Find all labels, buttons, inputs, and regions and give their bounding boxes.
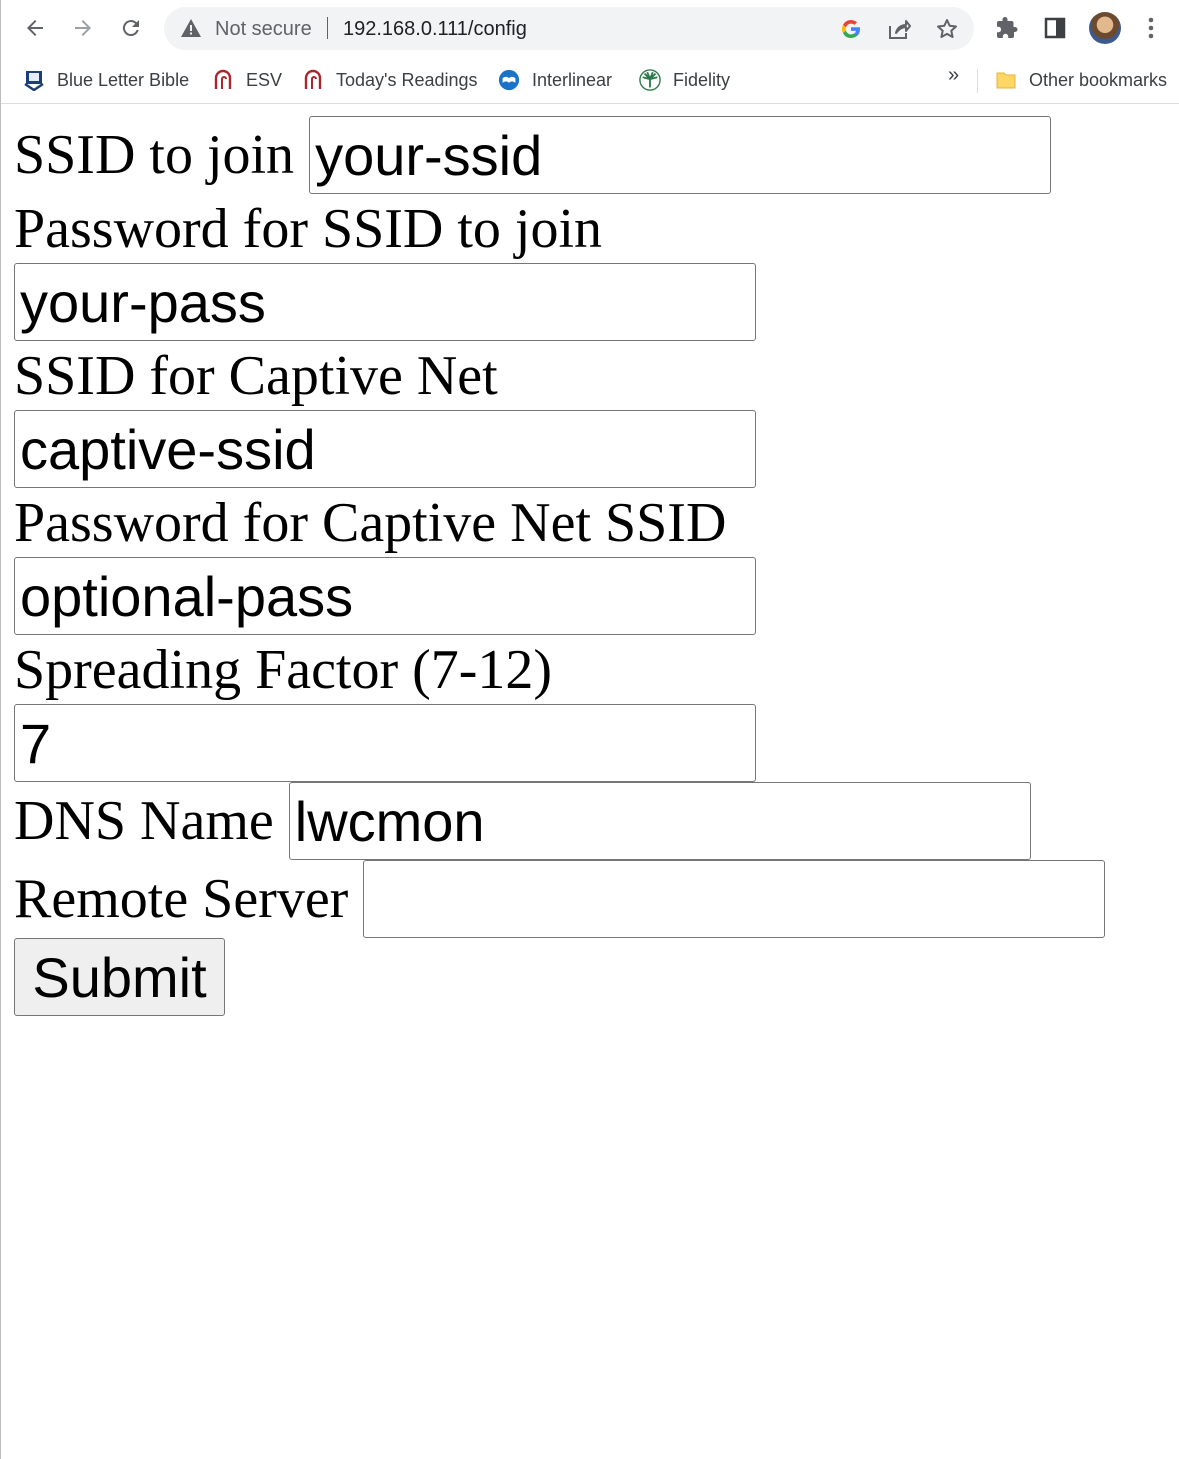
address-separator (327, 17, 328, 39)
captive-ssid-label: SSID for Captive Net (14, 344, 498, 407)
forward-icon[interactable] (68, 13, 98, 43)
bookmarks-bar: Blue Letter Bible ESV Today's Readings I… (1, 58, 1179, 104)
bookmark-label: Fidelity (673, 69, 731, 90)
fidelity-icon (639, 69, 661, 91)
bookmark-esv[interactable]: ESV (212, 66, 282, 94)
interlinear-icon (498, 69, 520, 91)
bookmark-interlinear[interactable]: Interlinear (498, 66, 612, 94)
esv-icon (212, 69, 234, 91)
back-icon[interactable] (20, 13, 50, 43)
address-bar[interactable]: Not secure 192.168.0.111/config (164, 7, 974, 50)
spreading-factor-label: Spreading Factor (7-12) (14, 638, 553, 701)
blue-letter-bible-icon (23, 69, 45, 91)
bookmark-todays-readings[interactable]: Today's Readings (302, 66, 478, 94)
captive-password-label: Password for Captive Net SSID (14, 491, 727, 554)
star-icon[interactable] (934, 16, 960, 42)
spreading-factor-input[interactable] (14, 704, 756, 782)
submit-button[interactable]: Submit (14, 938, 225, 1016)
security-label[interactable]: Not secure (215, 18, 312, 41)
bookmark-label: Other bookmarks (1029, 69, 1168, 90)
bookmark-label: ESV (246, 69, 283, 90)
dns-name-label: DNS Name (14, 790, 274, 852)
esv-icon (302, 69, 324, 91)
side-panel-icon[interactable] (1041, 14, 1069, 42)
menu-icon[interactable] (1137, 14, 1165, 42)
ssid-label: SSID to join (14, 124, 295, 186)
google-icon[interactable] (838, 16, 864, 42)
bookmark-other[interactable]: Other bookmarks (995, 66, 1167, 94)
config-form: SSID to join Password for SSID to join S… (14, 116, 1164, 1016)
share-icon[interactable] (886, 16, 912, 42)
captive-ssid-input[interactable] (14, 410, 756, 488)
dns-name-input[interactable] (288, 782, 1031, 860)
bookmark-fidelity[interactable]: Fidelity (639, 66, 730, 94)
bookmark-label: Today's Readings (336, 69, 478, 90)
extensions-icon[interactable] (993, 14, 1021, 42)
ssid-input[interactable] (309, 116, 1052, 194)
remote-server-input[interactable] (363, 860, 1106, 938)
bookmark-label: Blue Letter Bible (57, 69, 190, 90)
captive-password-input[interactable] (14, 557, 756, 635)
bookmark-blue-letter-bible[interactable]: Blue Letter Bible (23, 66, 189, 94)
bookmarks-divider (977, 69, 978, 93)
browser-toolbar: Not secure 192.168.0.111/config (1, 0, 1179, 58)
password-label: Password for SSID to join (14, 197, 603, 260)
bookmarks-overflow-button[interactable]: » (948, 64, 959, 87)
password-input[interactable] (14, 263, 756, 341)
folder-icon (995, 69, 1017, 91)
warning-icon[interactable] (180, 18, 202, 43)
url-text[interactable]: 192.168.0.111/config (343, 18, 527, 41)
avatar[interactable] (1089, 12, 1121, 44)
bookmark-label: Interlinear (532, 69, 613, 90)
reload-icon[interactable] (116, 13, 146, 43)
remote-server-label: Remote Server (14, 868, 349, 930)
